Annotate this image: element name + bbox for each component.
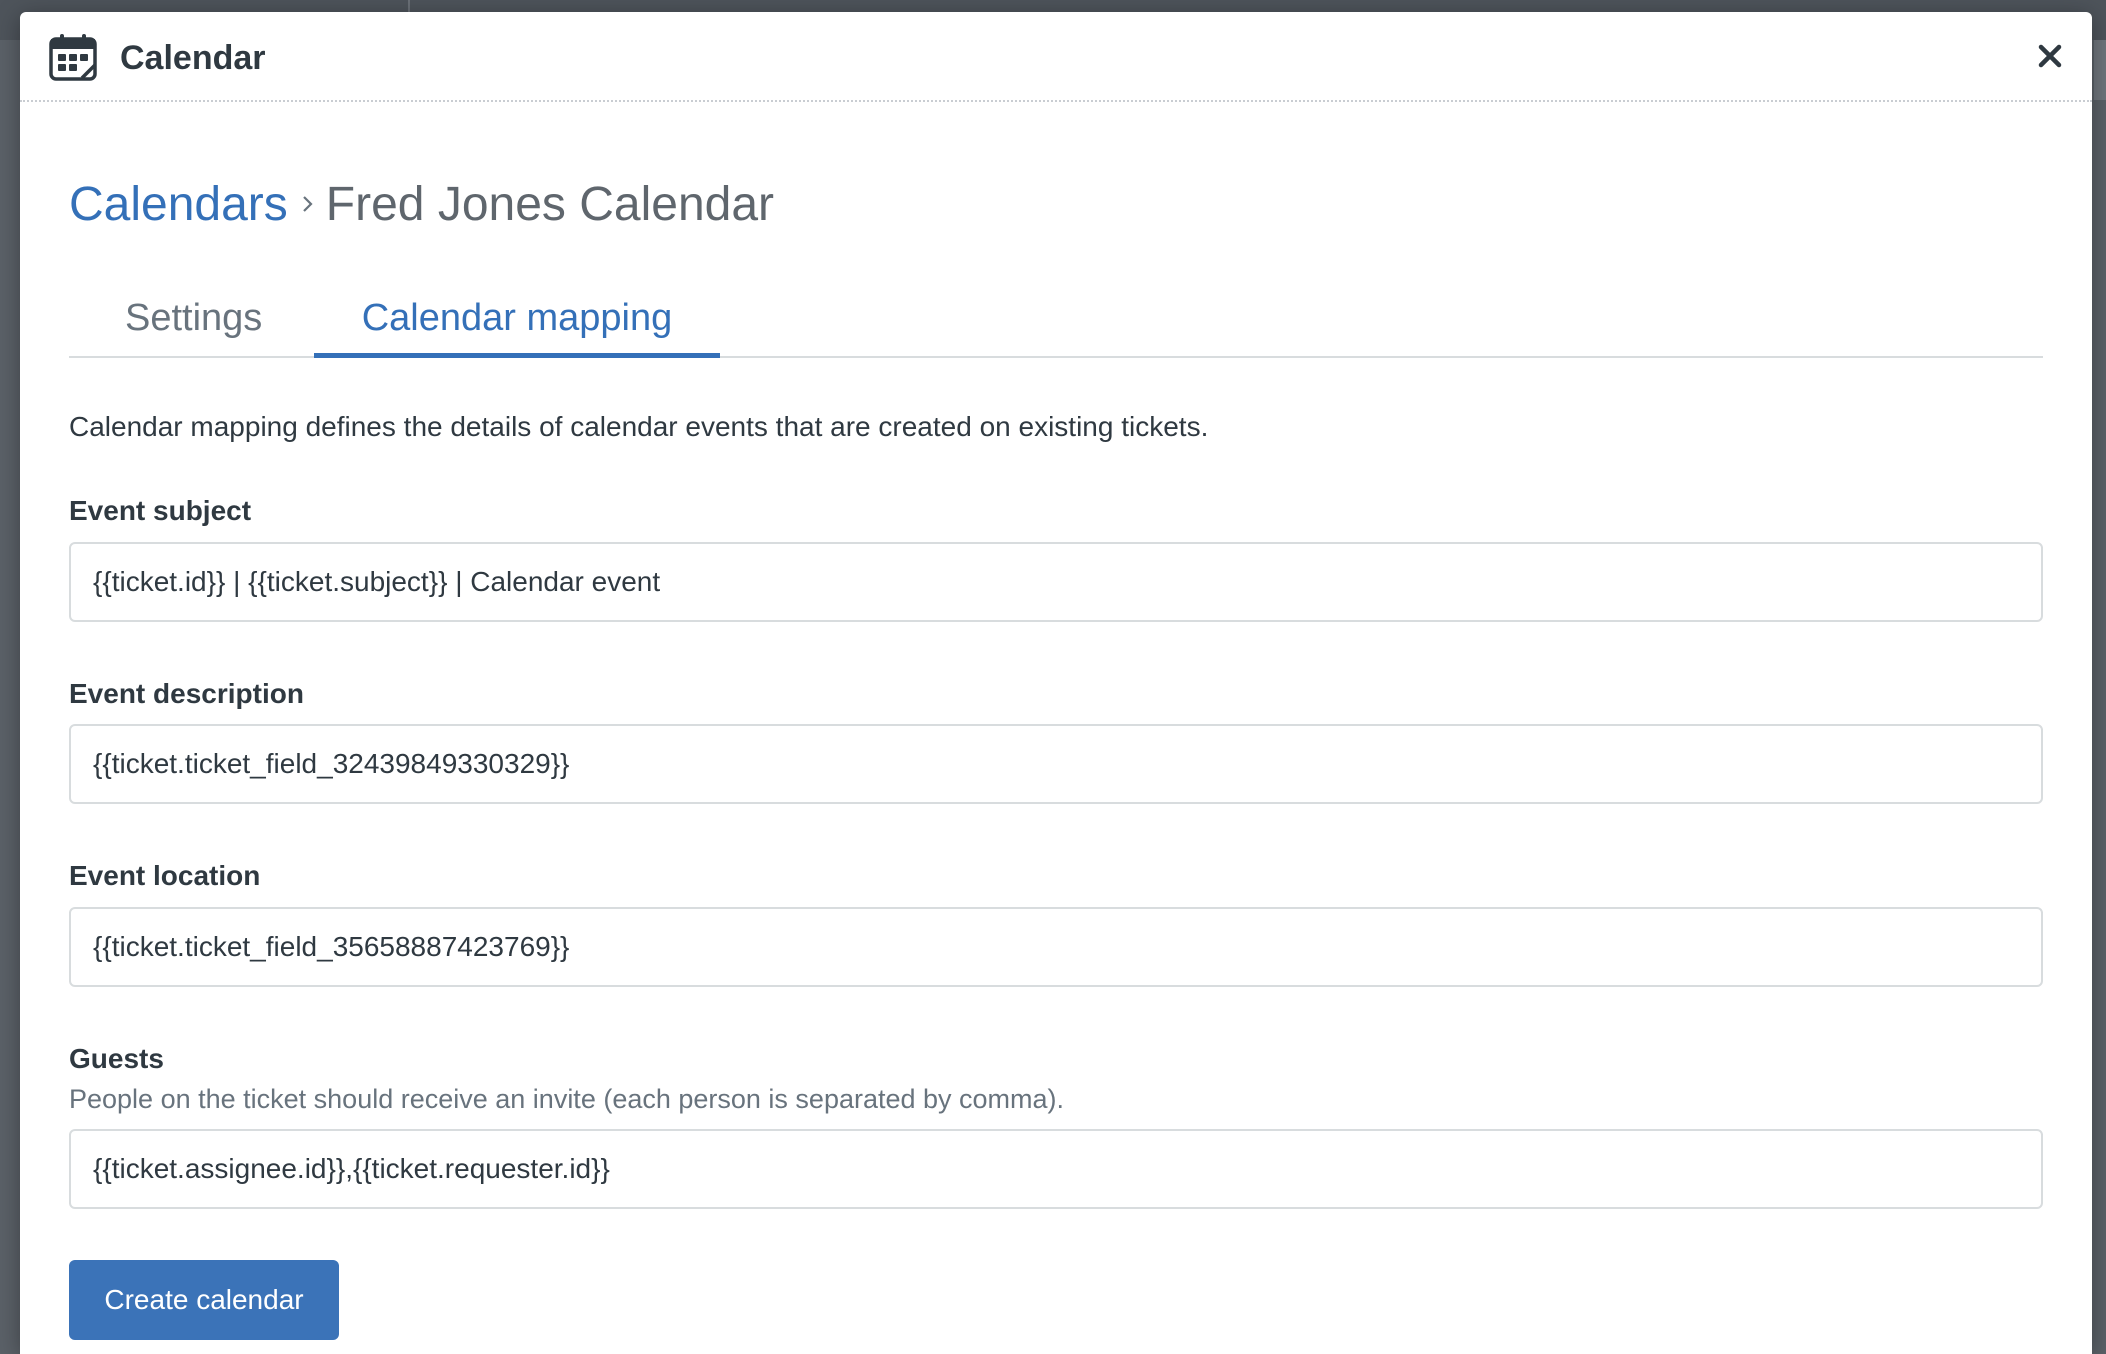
guests-input[interactable] [69,1129,2043,1209]
close-icon[interactable] [2030,36,2070,76]
event-description-label: Event description [69,678,304,709]
tab-settings[interactable]: Settings [125,290,262,358]
event-subject-input[interactable] [69,542,2043,622]
event-location-label: Event location [69,860,261,891]
calendar-modal: Calendar Calendars Fred Jones Calendar S… [20,12,2092,1354]
modal-title: Calendar [120,39,266,77]
calendar-icon [48,32,98,82]
tab-bar: Settings Calendar mapping [69,290,2043,358]
breadcrumb-calendars-link[interactable]: Calendars [69,177,288,232]
event-location-input[interactable] [69,907,2043,987]
breadcrumb-current: Fred Jones Calendar [325,177,775,231]
background-divider [408,0,410,12]
background-edge [2094,40,2106,100]
event-subject-label: Event subject [69,495,252,526]
chevron-right-icon [302,194,314,214]
create-calendar-button[interactable]: Create calendar [69,1260,339,1340]
tab-calendar-mapping[interactable]: Calendar mapping [314,290,720,358]
guests-label: Guests [69,1043,164,1074]
event-description-input[interactable] [69,724,2043,804]
modal-header: Calendar [20,12,2092,102]
breadcrumb: Calendars Fred Jones Calendar [69,174,774,234]
intro-text: Calendar mapping defines the details of … [69,411,1209,442]
guests-hint: People on the ticket should receive an i… [69,1084,1065,1114]
